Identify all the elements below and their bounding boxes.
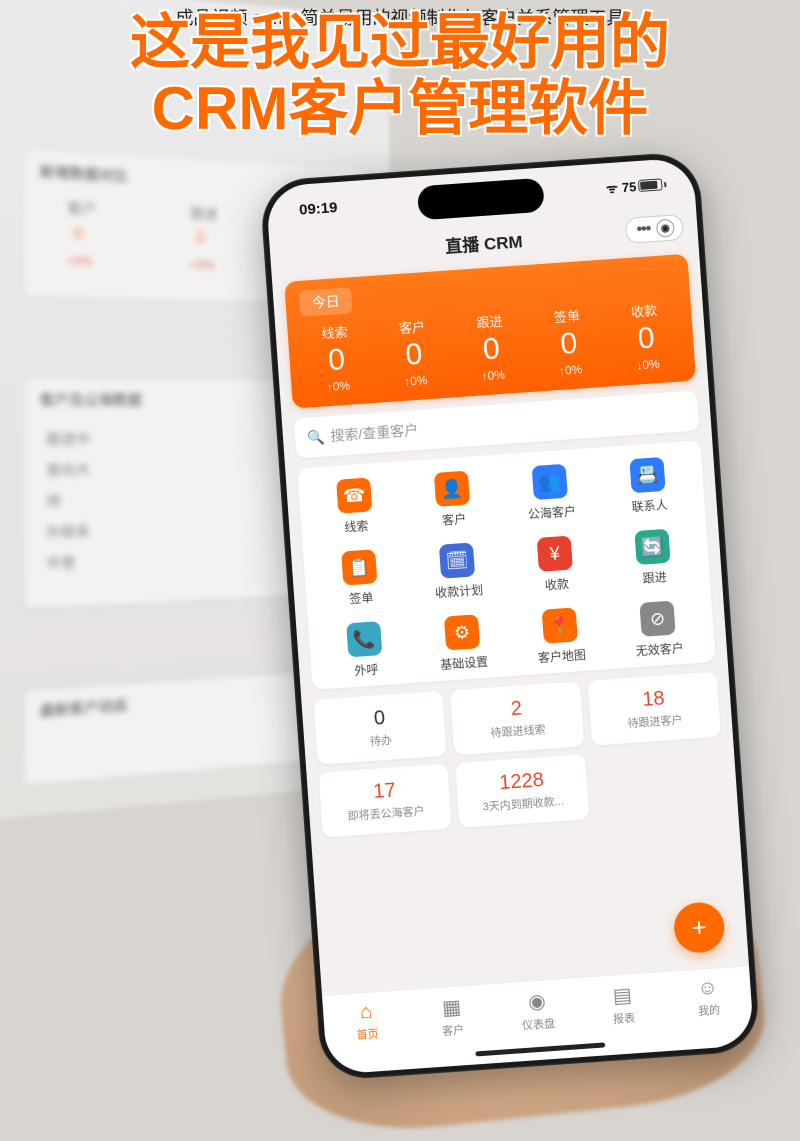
shortcut-label: 联系人 bbox=[600, 494, 699, 518]
tab-客户[interactable]: ▦客户 bbox=[408, 992, 496, 1041]
metric-item[interactable]: 收款0↓0% bbox=[605, 298, 687, 374]
stat-card[interactable]: 18待跟进客户 bbox=[587, 672, 721, 746]
shortcut-icon: ☎ bbox=[336, 477, 372, 513]
metric-label: 跟进 bbox=[450, 309, 529, 333]
shortcut-label: 收款 bbox=[507, 572, 606, 596]
shortcut-icon: 🔄 bbox=[634, 529, 670, 565]
search-icon: 🔍 bbox=[306, 428, 325, 446]
tab-icon: ▤ bbox=[579, 980, 666, 1011]
tab-label: 仪表盘 bbox=[522, 1018, 556, 1032]
stats-row: 0待办2待跟进线索18待跟进客户 17即将丢公海客户12283天内到期收款... bbox=[313, 672, 726, 838]
metric-label: 客户 bbox=[373, 314, 452, 338]
metric-delta: ↑0% bbox=[454, 366, 532, 385]
shortcut-公海客户[interactable]: 👥公海客户 bbox=[500, 462, 602, 525]
today-summary-card: 今日 线索0↑0%客户0↑0%跟进0↑0%签单0↑0%收款0↓0% bbox=[284, 254, 696, 409]
shortcut-icon: ¥ bbox=[537, 536, 573, 572]
metric-value: 0 bbox=[451, 330, 531, 369]
status-time: 09:19 bbox=[299, 199, 338, 219]
shortcut-收款计划[interactable]: 🗓收款计划 bbox=[407, 540, 509, 603]
shortcut-icon: ⚙ bbox=[444, 614, 480, 650]
shortcut-label: 基础设置 bbox=[415, 651, 514, 675]
tab-报表[interactable]: ▤报表 bbox=[579, 980, 667, 1029]
shortcut-label: 收款计划 bbox=[410, 579, 509, 603]
shortcut-label: 无效客户 bbox=[610, 637, 709, 661]
metric-label: 收款 bbox=[605, 298, 684, 322]
shortcut-icon: 📇 bbox=[629, 457, 665, 493]
shortcut-label: 客户 bbox=[405, 507, 504, 531]
phone-frame: 09:19 ᯤ 75 直播 CRM ••• ◉ 今日 线索0↑0%客户0↑0%跟… bbox=[259, 151, 761, 1081]
metric-item[interactable]: 线索0↑0% bbox=[295, 320, 377, 396]
metric-value: 0 bbox=[529, 325, 609, 364]
tab-label: 报表 bbox=[613, 1012, 636, 1026]
shortcut-客户[interactable]: 👤客户 bbox=[402, 468, 504, 531]
tab-icon: ◉ bbox=[493, 986, 580, 1017]
miniprogram-capsule[interactable]: ••• ◉ bbox=[625, 214, 684, 244]
metric-value: 0 bbox=[374, 335, 454, 374]
home-indicator bbox=[475, 1042, 605, 1056]
metric-label: 线索 bbox=[295, 320, 374, 344]
tab-label: 我的 bbox=[698, 1004, 721, 1018]
tab-icon: ☺ bbox=[664, 974, 751, 1003]
shortcut-联系人[interactable]: 📇联系人 bbox=[597, 455, 699, 518]
shortcut-icon: 📞 bbox=[346, 621, 382, 657]
shortcut-label: 跟进 bbox=[605, 565, 704, 589]
shortcut-label: 线索 bbox=[307, 514, 406, 538]
shortcut-grid-card: ☎线索👤客户👥公海客户📇联系人📋签单🗓收款计划¥收款🔄跟进📞外呼⚙基础设置📍客户… bbox=[297, 440, 716, 690]
metric-item[interactable]: 跟进0↑0% bbox=[450, 309, 532, 385]
shortcut-icon: 📋 bbox=[341, 549, 377, 585]
shortcut-label: 客户地图 bbox=[512, 644, 611, 668]
stat-card[interactable]: 12283天内到期收款... bbox=[455, 754, 589, 828]
app-title: 直播 CRM bbox=[444, 227, 523, 257]
shortcut-label: 公海客户 bbox=[502, 500, 601, 524]
stat-card[interactable]: 0待办 bbox=[313, 691, 447, 765]
shortcut-icon: 🗓 bbox=[439, 542, 475, 578]
metric-delta: ↑0% bbox=[531, 360, 609, 379]
shortcut-label: 签单 bbox=[312, 586, 411, 610]
shortcut-外呼[interactable]: 📞外呼 bbox=[314, 619, 416, 682]
more-icon[interactable]: ••• bbox=[634, 220, 653, 239]
metric-value: 0 bbox=[606, 319, 686, 358]
tab-首页[interactable]: ⌂首页 bbox=[323, 998, 411, 1045]
metric-item[interactable]: 签单0↑0% bbox=[527, 304, 609, 380]
shortcut-icon: 👥 bbox=[532, 464, 568, 500]
shortcut-签单[interactable]: 📋签单 bbox=[309, 547, 411, 610]
tab-仪表盘[interactable]: ◉仪表盘 bbox=[493, 986, 581, 1035]
close-icon[interactable]: ◉ bbox=[656, 219, 675, 238]
search-placeholder: 搜索/查重客户 bbox=[330, 420, 419, 446]
metric-label: 签单 bbox=[527, 304, 606, 328]
metric-delta: ↑0% bbox=[377, 371, 455, 390]
wifi-icon: ᯤ bbox=[605, 178, 618, 197]
tab-icon: ⌂ bbox=[323, 998, 410, 1027]
shortcut-收款[interactable]: ¥收款 bbox=[505, 533, 607, 596]
shortcut-线索[interactable]: ☎线索 bbox=[304, 475, 406, 538]
shortcut-icon: ⊘ bbox=[639, 601, 675, 637]
stat-card[interactable]: 17即将丢公海客户 bbox=[318, 764, 452, 838]
tab-label: 客户 bbox=[442, 1024, 465, 1038]
tab-我的[interactable]: ☺我的 bbox=[664, 974, 752, 1021]
metric-delta: ↓0% bbox=[609, 355, 687, 374]
phone-screen: 09:19 ᯤ 75 直播 CRM ••• ◉ 今日 线索0↑0%客户0↑0%跟… bbox=[265, 157, 754, 1075]
tab-icon: ▦ bbox=[408, 992, 495, 1023]
shortcut-label: 外呼 bbox=[317, 658, 416, 682]
battery-icon: 75 bbox=[621, 177, 666, 195]
metric-value: 0 bbox=[297, 341, 377, 380]
tab-label: 首页 bbox=[356, 1028, 379, 1042]
stat-card[interactable]: 2待跟进线索 bbox=[450, 681, 584, 755]
shortcut-客户地图[interactable]: 📍客户地图 bbox=[510, 605, 612, 668]
shortcut-跟进[interactable]: 🔄跟进 bbox=[602, 527, 704, 590]
shortcut-icon: 👤 bbox=[434, 471, 470, 507]
promo-headline: 这是我见过最好用的 CRM客户管理软件 bbox=[130, 10, 670, 142]
metric-item[interactable]: 客户0↑0% bbox=[373, 314, 455, 390]
shortcut-基础设置[interactable]: ⚙基础设置 bbox=[412, 612, 514, 675]
today-pill[interactable]: 今日 bbox=[299, 287, 353, 317]
shortcut-无效客户[interactable]: ⊘无效客户 bbox=[607, 598, 709, 661]
shortcut-icon: 📍 bbox=[542, 607, 578, 643]
add-fab[interactable]: + bbox=[673, 901, 726, 954]
metric-delta: ↑0% bbox=[299, 377, 377, 396]
